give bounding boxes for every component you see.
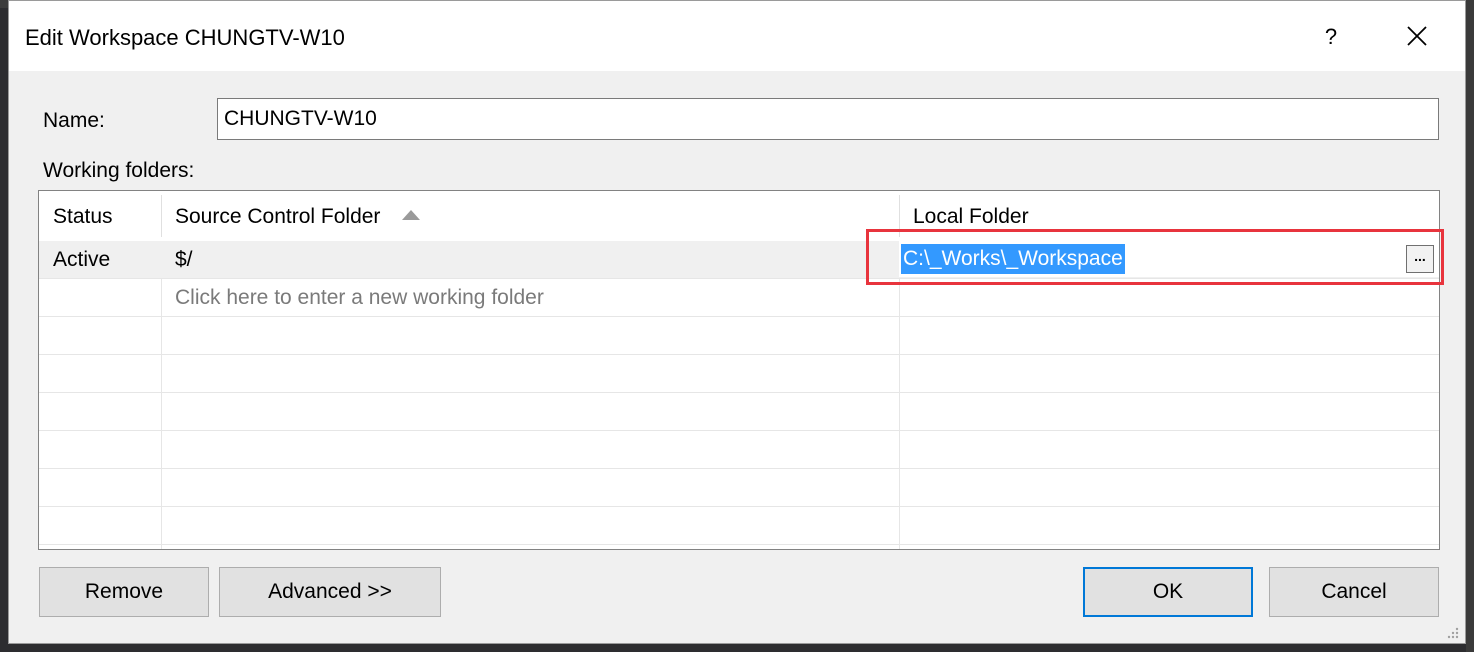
row-status-cell: Active	[53, 248, 111, 271]
browse-button[interactable]: ...	[1406, 245, 1434, 273]
help-button[interactable]: ?	[1309, 19, 1353, 55]
empty-row	[39, 393, 1439, 431]
empty-row	[39, 317, 1439, 355]
working-folders-label: Working folders:	[43, 159, 195, 182]
ok-button[interactable]: OK	[1083, 567, 1253, 617]
cancel-button[interactable]: Cancel	[1269, 567, 1439, 617]
local-folder-editor[interactable]: C:\_Works\_Workspace ...	[899, 241, 1439, 277]
advanced-button[interactable]: Advanced >>	[219, 567, 441, 617]
name-label: Name:	[43, 109, 105, 132]
empty-row	[39, 355, 1439, 393]
dialog-title: Edit Workspace CHUNGTV-W10	[25, 25, 345, 50]
grid-header: Status Source Control Folder Local Folde…	[39, 191, 1439, 241]
dialog-titlebar: Edit Workspace CHUNGTV-W10 ?	[9, 1, 1465, 71]
edit-workspace-dialog: Edit Workspace CHUNGTV-W10 ? Name: Worki…	[8, 0, 1466, 644]
remove-button[interactable]: Remove	[39, 567, 209, 617]
empty-row	[39, 469, 1439, 507]
background-window-edge	[1466, 0, 1474, 652]
column-header-source-control-folder[interactable]: Source Control Folder	[161, 191, 899, 241]
sort-ascending-icon	[402, 210, 421, 220]
new-working-folder-placeholder[interactable]: Click here to enter a new working folder	[161, 279, 899, 317]
empty-row	[39, 431, 1439, 469]
working-folders-grid[interactable]: Status Source Control Folder Local Folde…	[38, 190, 1440, 550]
name-input[interactable]	[217, 98, 1439, 140]
column-header-source-label: Source Control Folder	[175, 205, 381, 228]
column-header-status[interactable]: Status	[39, 191, 161, 241]
column-header-status-label: Status	[53, 205, 113, 228]
new-row[interactable]: Click here to enter a new working folder	[39, 279, 1439, 317]
row-source-cell[interactable]: $/	[161, 241, 899, 279]
close-button[interactable]	[1395, 17, 1439, 57]
resize-grip-icon[interactable]	[1445, 625, 1459, 639]
close-icon	[1407, 26, 1427, 46]
column-header-local-folder[interactable]: Local Folder	[899, 191, 1439, 241]
column-header-local-label: Local Folder	[913, 205, 1029, 228]
empty-row	[39, 507, 1439, 545]
local-folder-value[interactable]: C:\_Works\_Workspace	[901, 244, 1125, 274]
